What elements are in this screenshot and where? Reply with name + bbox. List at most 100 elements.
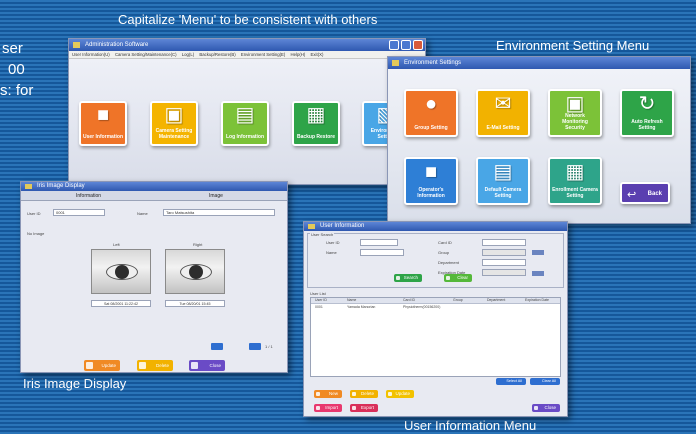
clear-button[interactable]: Clear (444, 274, 472, 282)
menu-environment[interactable]: Environment Setting(E) (241, 52, 285, 57)
menu-camera-setting[interactable]: Camera Setting/Maintenance(C) (115, 52, 177, 57)
name-field: Taro Matsushita (163, 209, 275, 216)
name-label: Name (137, 211, 148, 216)
expiration-input[interactable] (482, 269, 526, 276)
close-user-button[interactable]: Close (532, 404, 560, 412)
close-icon[interactable] (413, 40, 423, 50)
group-select-button[interactable] (532, 250, 544, 255)
expiration-select-button[interactable] (532, 271, 544, 276)
tile-network-monitoring[interactable]: ▣ Network Monitoring Security (548, 89, 602, 137)
tile-log-information[interactable]: ▤ Log Information (221, 101, 269, 146)
menu-backup[interactable]: Backup/Restore(B) (199, 52, 235, 57)
department-input[interactable] (482, 259, 526, 266)
admin-window: Administration Software User Information… (68, 38, 426, 185)
tile-enrollment-camera[interactable]: ▦ Enrollment Camera Setting (548, 157, 602, 205)
update-user-button[interactable]: Update (386, 390, 414, 398)
user-window: User Information User Search User ID Nam… (303, 221, 568, 417)
user-id-search-label: User ID (326, 240, 340, 245)
admin-menubar: User Information(U) Camera Setting/Maint… (69, 51, 425, 59)
tile-operators-information[interactable]: ■ Operator's Information (404, 157, 458, 205)
user-title-bar: User Information (304, 222, 567, 231)
menu-user-information[interactable]: User Information(U) (72, 52, 110, 57)
left-iris-image (91, 249, 151, 294)
camera-icon: ▤ (493, 161, 513, 184)
user-list-label: User List (310, 291, 326, 296)
operator-icon: ■ (424, 161, 438, 184)
search-icon (396, 276, 400, 280)
menu-log[interactable]: Log(L) (182, 52, 194, 57)
left-eye-label: Left (113, 242, 120, 247)
environment-title-bar: Environment Settings (388, 57, 690, 69)
group-icon: ● (424, 93, 438, 116)
network-icon: ▣ (565, 93, 585, 116)
prev-page-button[interactable] (211, 343, 223, 350)
update-icon (388, 392, 392, 396)
update-icon (86, 362, 93, 369)
tile-default-camera[interactable]: ▤ Default Camera Setting (476, 157, 530, 205)
next-page-button[interactable] (249, 343, 261, 350)
close-button[interactable]: Close (189, 360, 225, 371)
back-button[interactable]: ↩ Back (620, 182, 670, 204)
app-icon (73, 42, 80, 48)
environment-window: Environment Settings ● Group Setting ✉ E… (387, 56, 691, 224)
delete-button[interactable]: Delete (137, 360, 173, 371)
user-id-search-input[interactable] (360, 239, 398, 246)
right-image-date: Tue 08/20/01 15:45 (165, 300, 225, 307)
name-search-input[interactable] (360, 249, 404, 256)
import-button[interactable]: Import (314, 404, 342, 412)
admin-title-bar: Administration Software (69, 39, 425, 51)
left-pupil (115, 265, 129, 279)
right-pupil (189, 265, 203, 279)
app-icon (308, 224, 315, 229)
tile-auto-refresh[interactable]: ↻ Auto Refresh Setting (620, 89, 674, 137)
menu-exit[interactable]: Exit(X) (311, 52, 324, 57)
delete-icon (352, 392, 356, 396)
name-search-label: Name (326, 250, 337, 255)
tile-user-information[interactable]: ■ User Information (79, 101, 127, 146)
left-partial-text: ser 00 s: for (0, 40, 34, 99)
user-search-group: User Search User ID Name Card ID Group D… (307, 232, 564, 288)
caption-iris-display: Iris Image Display (23, 376, 127, 391)
tile-group-setting[interactable]: ● Group Setting (404, 89, 458, 137)
clear-all-button[interactable]: Clear All (530, 378, 560, 385)
department-label: Department (438, 260, 459, 265)
minimize-icon[interactable] (389, 40, 399, 50)
close-x-icon (534, 406, 538, 410)
admin-content: ■ User Information ▣ Camera Setting Main… (69, 59, 425, 184)
table-row[interactable]: 0001 Yamada Manorian Physiotherm(0015620… (311, 304, 560, 310)
no-image-label: No Image (27, 231, 45, 236)
card-id-label: Card ID (438, 240, 452, 245)
new-button[interactable]: New (314, 390, 342, 398)
select-all-button[interactable]: Select All (496, 378, 526, 385)
tab-image[interactable]: Image (209, 193, 223, 199)
backup-icon: ▦ (306, 104, 326, 127)
caption-user-menu: User Information Menu (404, 418, 537, 433)
user-id-label: User ID (27, 211, 41, 216)
search-button[interactable]: Search (394, 274, 422, 282)
camera-tools-icon: ▣ (164, 104, 184, 127)
iris-window: Iris Image Display Information Image Use… (20, 181, 288, 373)
group-select[interactable] (482, 249, 526, 256)
enroll-camera-icon: ▦ (565, 161, 585, 184)
tile-backup-restore[interactable]: ▦ Backup Restore (292, 101, 340, 146)
delete-user-button[interactable]: Delete (350, 390, 378, 398)
tab-information[interactable]: Information (76, 193, 101, 199)
tile-email-setting[interactable]: ✉ E-Mail Setting (476, 89, 530, 137)
tile-camera-setting[interactable]: ▣ Camera Setting Maintenance (150, 101, 198, 146)
email-icon: ✉ (494, 93, 512, 116)
export-button[interactable]: Export (350, 404, 378, 412)
maximize-icon[interactable] (401, 40, 411, 50)
new-icon (316, 392, 320, 396)
menu-help[interactable]: Help(H) (291, 52, 306, 57)
left-image-date: Sat 08/2001 11:22:42 (91, 300, 151, 307)
caption-environment-menu: Environment Setting Menu (496, 38, 650, 53)
export-icon (352, 406, 356, 410)
right-eye-label: Right (193, 242, 203, 247)
group-label: Group (438, 250, 450, 255)
import-icon (316, 406, 320, 410)
caption-top: Capitalize 'Menu' to be consistent with … (118, 12, 378, 27)
update-button[interactable]: Update (84, 360, 120, 371)
environment-content: ● Group Setting ✉ E-Mail Setting ▣ Netwo… (388, 69, 690, 223)
card-id-input[interactable] (482, 239, 526, 246)
app-icon (25, 184, 32, 189)
